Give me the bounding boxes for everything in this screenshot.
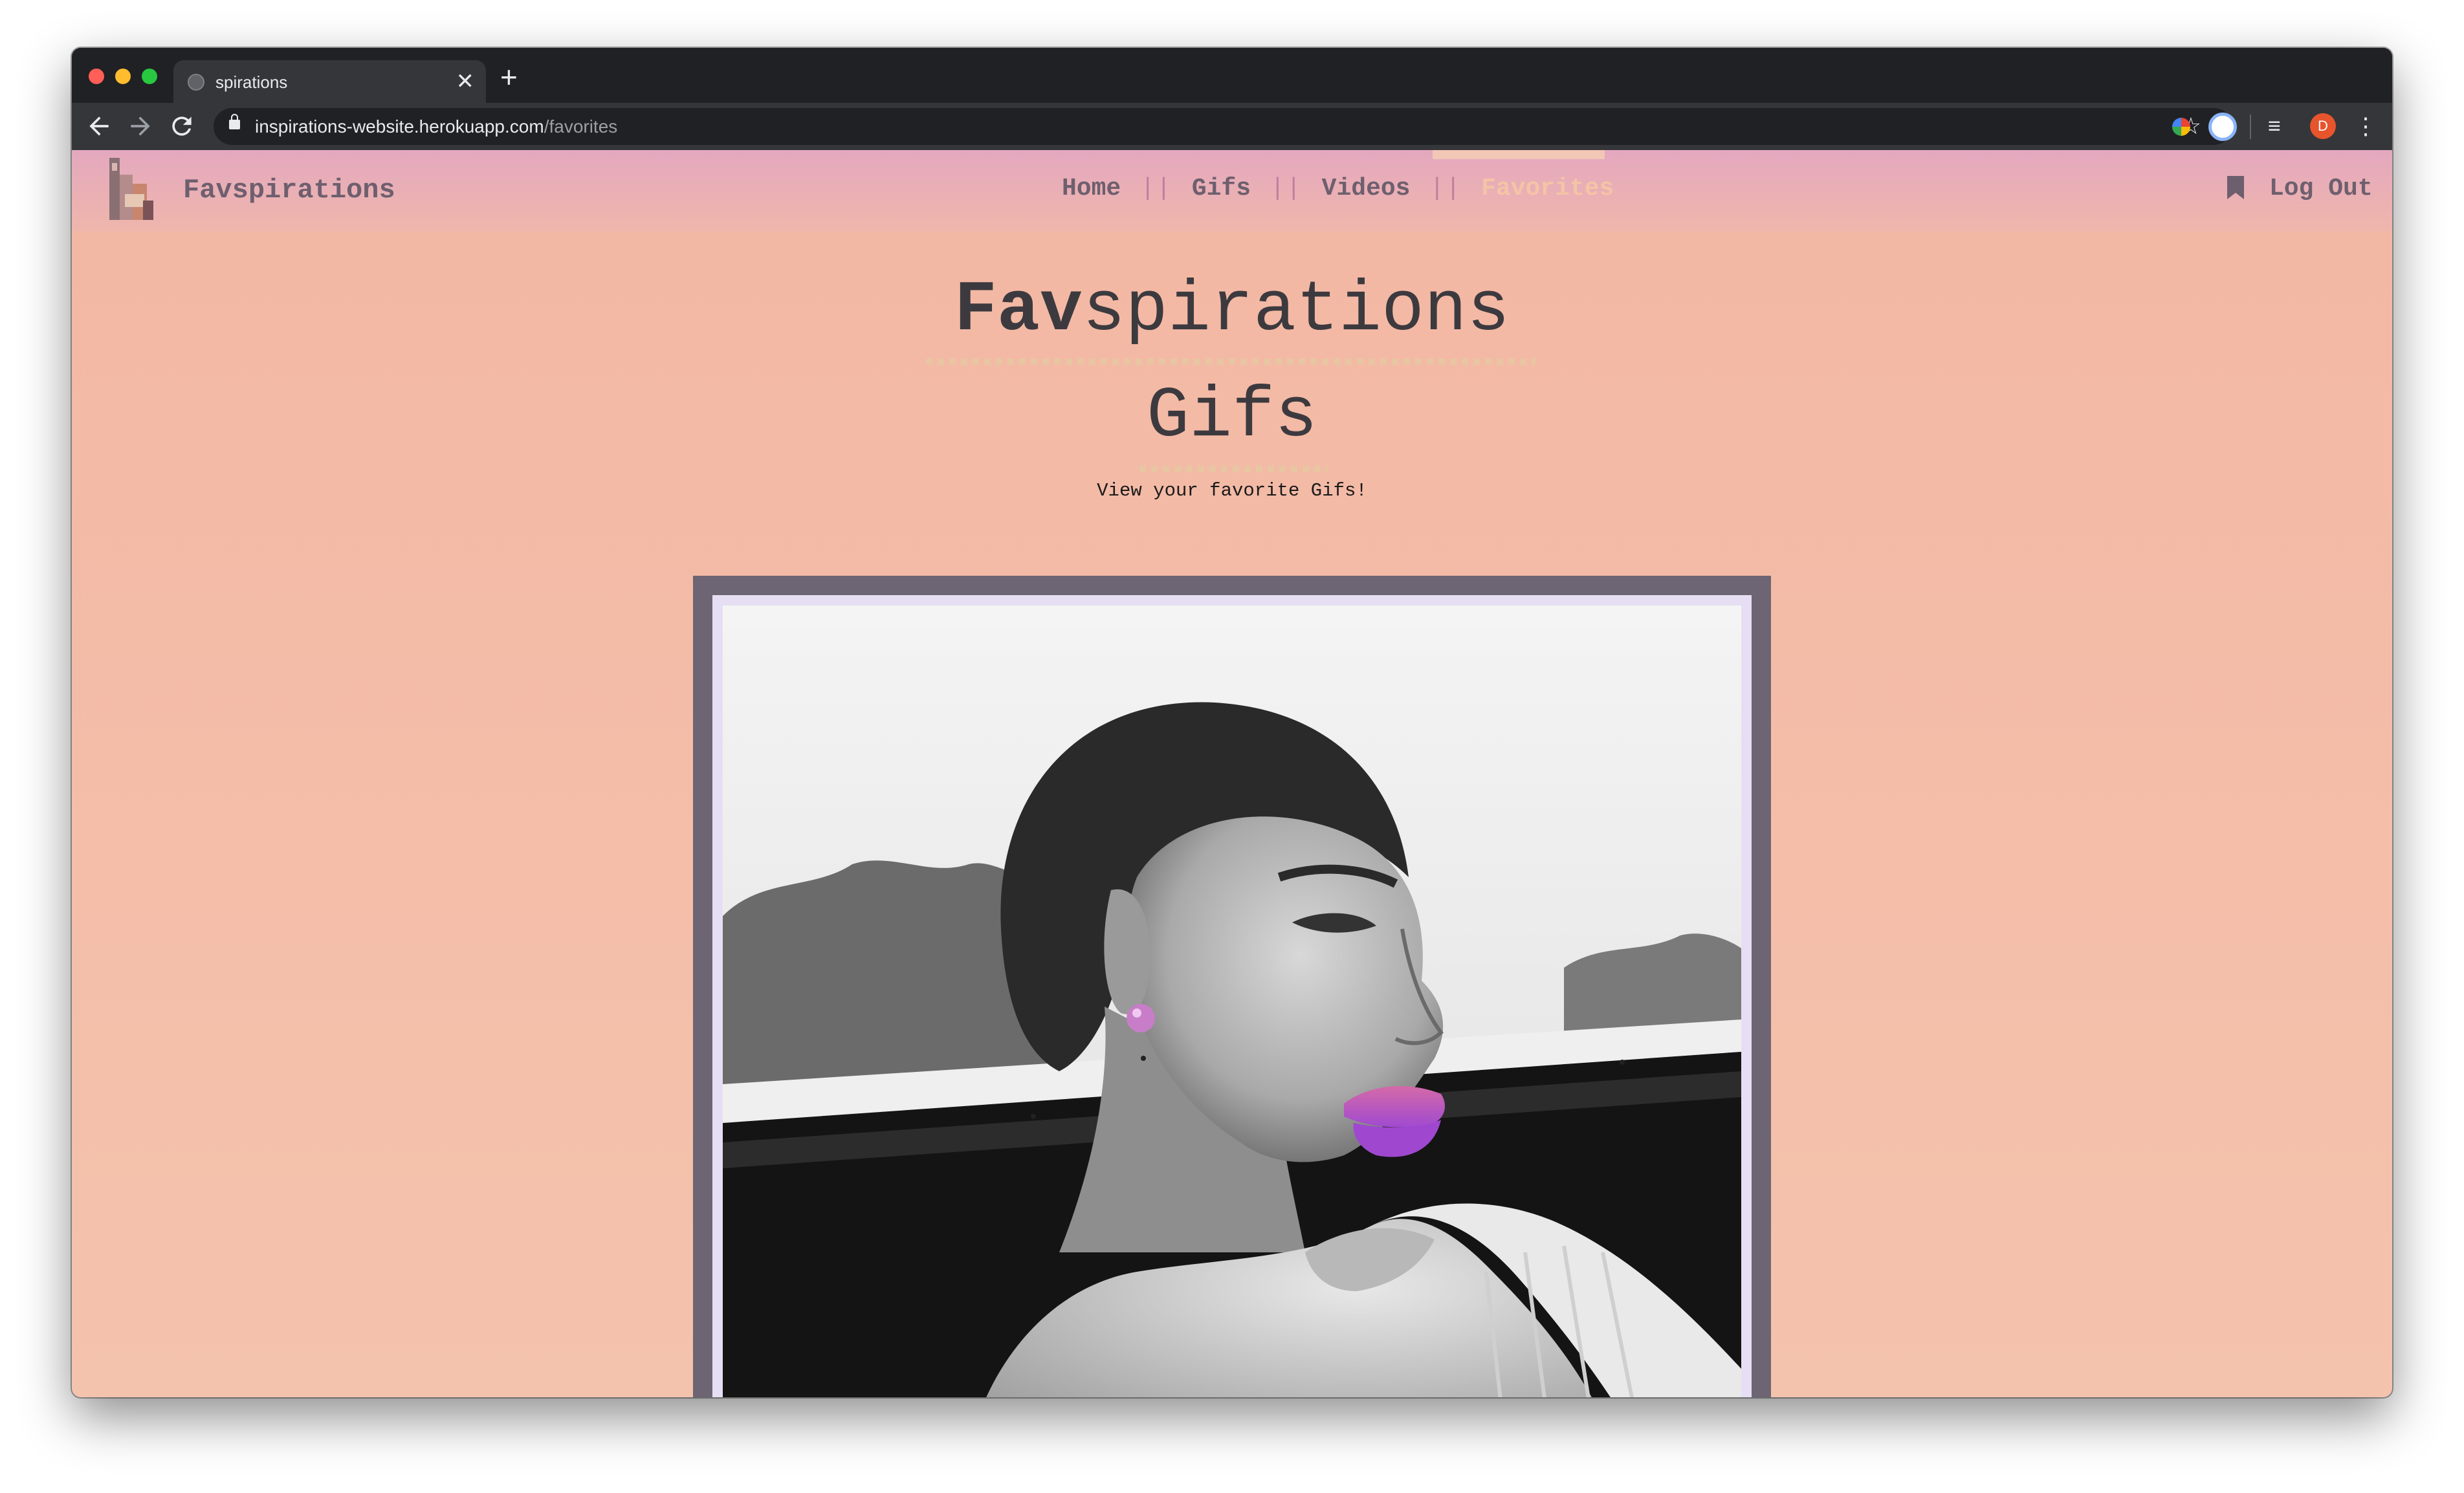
page-description: View your favorite Gifs! <box>1097 480 1367 501</box>
close-window-button[interactable] <box>89 69 104 84</box>
nav-separator: || <box>1140 175 1172 202</box>
profile-avatar[interactable]: D <box>2310 113 2336 139</box>
brand-logo-icon[interactable] <box>105 155 157 224</box>
nav-separator: || <box>1429 175 1462 202</box>
browser-window: spirations ✕ + inspirations-website.hero… <box>72 48 2392 1397</box>
nav-link-videos[interactable]: Videos <box>1322 175 1411 202</box>
globe-icon <box>188 74 204 91</box>
color-extension-icon[interactable] <box>2172 118 2190 136</box>
toolbar-divider <box>2250 114 2251 139</box>
logout-link[interactable]: Log Out <box>2269 175 2373 202</box>
section-heading: Gifs <box>72 376 2392 472</box>
active-tab-indicator <box>1433 150 1605 159</box>
lock-icon <box>229 114 240 129</box>
tab-close-icon[interactable]: ✕ <box>456 69 475 94</box>
main-content: Favspirations Gifs View your favorite Gi… <box>72 232 2392 1397</box>
page-title-bold: Fav <box>954 270 1083 351</box>
gif-image[interactable] <box>723 605 1741 1397</box>
heading-underline <box>1139 466 1328 472</box>
nav-link-gifs[interactable]: Gifs <box>1192 175 1251 202</box>
address-bar[interactable]: inspirations-website.herokuapp.com/favor… <box>214 108 2232 145</box>
blue-extension-icon[interactable] <box>2208 113 2237 141</box>
title-underline <box>926 358 1535 365</box>
new-tab-button[interactable]: + <box>500 62 518 92</box>
page-title: Favspirations <box>72 270 2392 365</box>
gif-frame <box>712 595 1752 1397</box>
nav-link-home[interactable]: Home <box>1062 175 1121 202</box>
tab-strip: spirations ✕ + <box>72 48 2392 103</box>
page-title-rest: spirations <box>1082 270 1510 351</box>
url-path: /favorites <box>544 116 618 136</box>
url-host: inspirations-website.herokuapp.com <box>255 116 544 136</box>
maximize-window-button[interactable] <box>142 69 157 84</box>
back-arrow-icon[interactable] <box>85 112 113 140</box>
web-page: Favspirations Home || Gifs || Videos || … <box>72 150 2392 1397</box>
reload-icon[interactable] <box>168 112 196 140</box>
queue-icon[interactable]: ≡ <box>2268 112 2281 140</box>
nav-link-favorites[interactable]: Favorites <box>1481 175 1614 202</box>
section-heading-text: Gifs <box>1146 376 1318 457</box>
brand-name[interactable]: Favspirations <box>183 175 395 206</box>
browser-toolbar: inspirations-website.herokuapp.com/favor… <box>72 103 2392 150</box>
minimize-window-button[interactable] <box>115 69 131 84</box>
bookmark-icon[interactable] <box>2226 176 2245 199</box>
browser-tab[interactable]: spirations ✕ <box>173 60 486 103</box>
url-text: inspirations-website.herokuapp.com/favor… <box>255 116 617 137</box>
nav-separator: || <box>1270 175 1303 202</box>
nav-links: Home || Gifs || Videos || Favorites <box>1062 175 1614 202</box>
site-navbar: Favspirations Home || Gifs || Videos || … <box>72 150 2392 232</box>
forward-arrow-icon[interactable] <box>126 112 155 140</box>
more-vert-icon[interactable]: ⋮ <box>2354 109 2377 143</box>
gif-card[interactable] <box>693 576 1771 1397</box>
tab-title: spirations <box>215 72 288 92</box>
